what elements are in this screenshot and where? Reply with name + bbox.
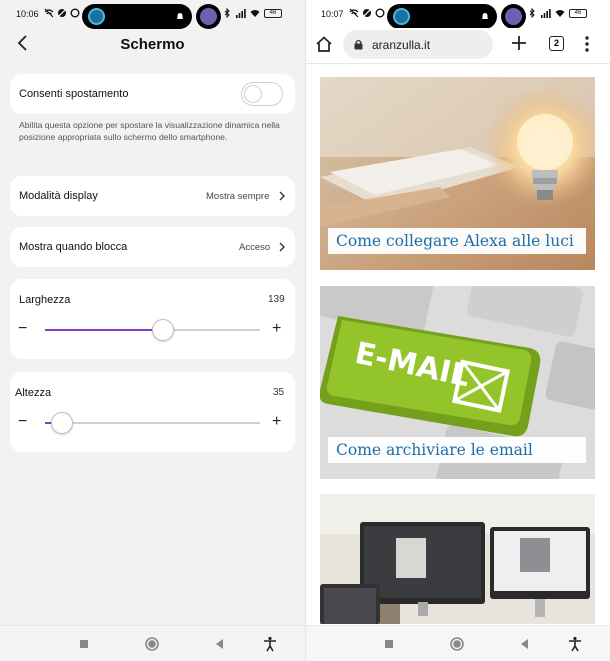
island-app-icon xyxy=(88,8,105,25)
home-icon[interactable] xyxy=(315,35,333,53)
status-bar: 10:07 46 xyxy=(305,0,610,30)
width-card: Larghezza 139 − + xyxy=(10,279,295,359)
island-app-icon xyxy=(393,8,410,25)
wifi-icon xyxy=(555,10,565,17)
width-value: 139 xyxy=(268,294,285,305)
circle-icon xyxy=(70,8,80,18)
dynamic-island[interactable] xyxy=(82,4,192,29)
square-nav-icon[interactable] xyxy=(76,636,92,652)
browser-toolbar: aranzulla.it 2 xyxy=(305,28,610,64)
tabs-icon[interactable]: 2 xyxy=(549,36,564,51)
height-label: Altezza xyxy=(15,387,52,399)
accessibility-icon[interactable] xyxy=(567,636,583,652)
circle-icon xyxy=(375,8,385,18)
article-title[interactable]: Come archiviare le email xyxy=(328,437,586,463)
allow-move-row[interactable]: Consenti spostamento xyxy=(10,74,295,114)
height-slider-thumb[interactable] xyxy=(51,412,74,434)
app-bubble-icon xyxy=(505,8,522,25)
settings-screen: 10:06 46 Schermo Consenti spostamento Ab… xyxy=(0,0,305,661)
chevron-right-icon xyxy=(279,191,285,201)
article-card[interactable]: E-MAIL Come archiviare le email xyxy=(320,286,595,479)
status-icons xyxy=(349,8,385,18)
page-title: Schermo xyxy=(120,36,185,53)
width-slider-fill xyxy=(45,329,164,331)
display-mode-value: Mostra sempre xyxy=(206,191,270,202)
navigation-bar xyxy=(0,625,305,661)
article-image xyxy=(320,494,595,624)
allow-move-label: Consenti spostamento xyxy=(19,88,129,100)
more-vert-icon[interactable] xyxy=(584,35,590,53)
accessibility-icon[interactable] xyxy=(262,636,278,652)
show-when-locked-row[interactable]: Mostra quando blocca Acceso xyxy=(10,227,295,267)
navigation-bar xyxy=(305,625,610,661)
wifi-off-icon xyxy=(44,8,54,18)
article-card[interactable]: Come collegare Alexa alle luci xyxy=(320,77,595,270)
floating-app-bubble[interactable] xyxy=(196,4,221,29)
floating-app-bubble[interactable] xyxy=(501,4,526,29)
status-bar: 10:06 46 xyxy=(0,0,305,30)
display-mode-row[interactable]: Modalità display Mostra sempre xyxy=(10,176,295,216)
width-slider-thumb[interactable] xyxy=(152,319,175,341)
chevron-right-icon xyxy=(279,242,285,252)
allow-move-description: Abilita questa opzione per spostare la v… xyxy=(19,120,280,142)
display-mode-label: Modalità display xyxy=(19,190,98,202)
pane-divider xyxy=(305,0,306,661)
toggle-knob xyxy=(244,85,262,103)
triangle-back-icon[interactable] xyxy=(517,636,533,652)
plus-icon[interactable] xyxy=(511,35,527,51)
bell-icon xyxy=(481,13,489,19)
wifi-off-icon xyxy=(349,8,359,18)
circle-nav-icon[interactable] xyxy=(144,636,160,652)
height-card: Altezza 35 − + xyxy=(10,372,295,452)
height-decrease-button[interactable]: − xyxy=(18,414,27,430)
dynamic-island[interactable] xyxy=(387,4,497,29)
wifi-icon xyxy=(250,10,260,17)
browser-screen: 10:07 46 aranzulla.it 2 Come collegare A… xyxy=(305,0,610,661)
article-card[interactable] xyxy=(320,494,595,624)
lock-icon xyxy=(354,39,363,50)
article-title[interactable]: Come collegare Alexa alle luci xyxy=(328,228,586,254)
status-time: 10:07 xyxy=(321,9,344,19)
triangle-back-icon[interactable] xyxy=(212,636,228,652)
status-right-icons: 46 xyxy=(222,8,282,18)
signal-icon xyxy=(236,9,246,18)
bell-icon xyxy=(176,13,184,19)
width-label: Larghezza xyxy=(19,294,71,306)
allow-move-toggle[interactable] xyxy=(241,82,283,106)
height-slider-track[interactable] xyxy=(45,422,260,424)
circle-nav-icon[interactable] xyxy=(449,636,465,652)
screenshot-composite: 10:06 46 Schermo Consenti spostamento Ab… xyxy=(0,0,610,661)
signal-icon xyxy=(541,9,551,18)
battery-indicator: 46 xyxy=(264,8,282,18)
app-bubble-icon xyxy=(200,8,217,25)
bluetooth-icon xyxy=(224,8,230,18)
square-nav-icon[interactable] xyxy=(381,636,397,652)
show-when-locked-label: Mostra quando blocca xyxy=(19,241,128,253)
address-bar[interactable]: aranzulla.it xyxy=(343,30,493,59)
width-decrease-button[interactable]: − xyxy=(18,321,27,337)
height-increase-button[interactable]: + xyxy=(272,414,281,430)
blocked-icon xyxy=(363,9,371,17)
status-time: 10:06 xyxy=(16,9,39,19)
status-icons xyxy=(44,8,80,18)
show-when-locked-value: Acceso xyxy=(239,242,271,253)
width-increase-button[interactable]: + xyxy=(272,321,281,337)
url-host: aranzulla.it xyxy=(372,38,431,52)
status-right-icons: 46 xyxy=(527,8,587,18)
battery-indicator: 46 xyxy=(569,8,587,18)
bluetooth-icon xyxy=(529,8,535,18)
blocked-icon xyxy=(58,9,66,17)
height-value: 35 xyxy=(273,387,285,398)
